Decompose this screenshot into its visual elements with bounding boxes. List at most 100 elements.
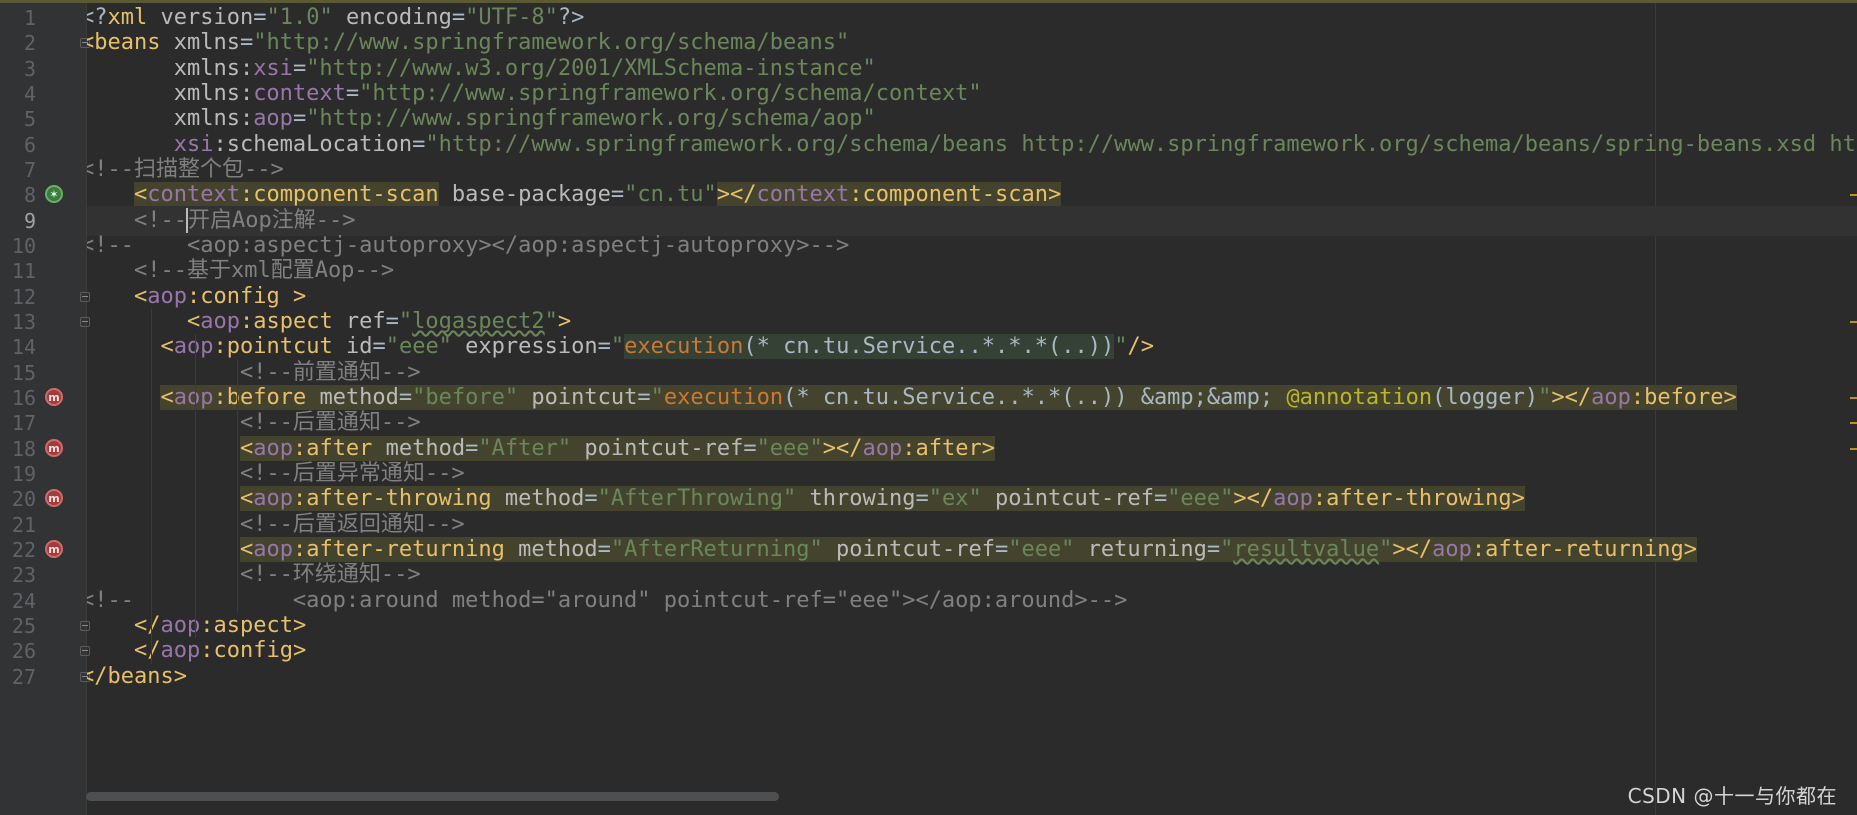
- code-token: xmlns:: [87, 80, 254, 106]
- code-token: id: [332, 334, 373, 360]
- code-token: ": [398, 308, 413, 334]
- code-token: :pointcut: [213, 334, 333, 360]
- code-token: aop: [147, 283, 187, 309]
- code-token: execution: [624, 334, 744, 360]
- code-token: aop: [1432, 536, 1472, 562]
- code-token: :component-scan: [239, 182, 439, 208]
- warning-stripe-mark[interactable]: [1850, 194, 1857, 197]
- code-token: >: [557, 308, 572, 334]
- code-token: ></: [1233, 486, 1274, 512]
- code-token: :after>: [902, 435, 996, 461]
- code-editor[interactable]: <?xml version="1.0" encoding="UTF-8"?> <b…: [87, 3, 1857, 815]
- code-token: :config>: [200, 638, 307, 664]
- code-token: "AfterThrowing": [597, 486, 797, 512]
- code-token: method: [372, 435, 466, 461]
- code-token: encoding: [332, 5, 452, 30]
- code-token: =: [345, 80, 360, 106]
- code-token: <!-- <aop:aspectj-autoproxy></aop:aspect…: [87, 232, 850, 258]
- code-token: "http://www.springframework.org/schema/a…: [306, 106, 876, 132]
- advice-method-icon[interactable]: m: [45, 489, 63, 508]
- code-token: :after-throwing: [292, 486, 492, 512]
- indent-guide: [237, 359, 238, 613]
- code-token: aop: [1591, 384, 1631, 410]
- code-token: xmlns:: [87, 55, 254, 81]
- code-token: :after: [292, 435, 373, 461]
- code-token: xml: [107, 5, 148, 30]
- code-token: :after-returning: [292, 536, 505, 562]
- code-token: =: [915, 486, 929, 512]
- code-token: "AfterReturning": [610, 536, 823, 562]
- code-token: =: [239, 30, 254, 56]
- code-token: =: [385, 308, 399, 334]
- warning-stripe-mark[interactable]: [1850, 396, 1857, 399]
- code-token: ": [544, 308, 558, 334]
- line-number-gutter[interactable]: 1 2 3 4 5 6 7 8 9 10 11 12 13 14 15 16 17 18 19 20 21 22 23 24 2…: [0, 3, 90, 815]
- code-token: =: [597, 334, 611, 360]
- code-token: ": [610, 334, 625, 360]
- code-token: context: [147, 182, 240, 208]
- spring-scan-icon[interactable]: ✶: [45, 185, 63, 204]
- code-token: :schemaLocation: [213, 131, 413, 157]
- indent-guide: [195, 334, 196, 639]
- code-token: "http://www.springframework.org/schema/b…: [425, 131, 1857, 157]
- code-token: xsi: [87, 131, 214, 157]
- advice-method-icon[interactable]: m: [45, 438, 63, 457]
- code-token: method: [306, 384, 399, 410]
- code-token: (* cn.tu.Service..*.*.*(..)): [743, 334, 1115, 360]
- code-token: <: [133, 283, 148, 309]
- code-token: =: [292, 55, 307, 81]
- line-number: 27: [11, 664, 36, 689]
- code-token: "eee": [756, 435, 823, 461]
- code-token: "1.0": [266, 5, 333, 30]
- warning-stripe-mark[interactable]: [1850, 447, 1857, 450]
- code-token: "eee": [1167, 486, 1234, 512]
- code-token: context: [756, 182, 850, 208]
- code-token: ": [650, 384, 664, 410]
- horizontal-scrollbar[interactable]: [86, 792, 779, 801]
- code-token: =: [1153, 486, 1168, 512]
- code-token: :after-throwing>: [1312, 486, 1525, 512]
- code-token: "cn.tu": [624, 182, 717, 208]
- code-token: <: [133, 182, 148, 208]
- code-token: <!--环绕通知-->: [87, 562, 421, 588]
- code-token: method: [491, 486, 585, 512]
- warning-stripe-mark[interactable]: [1850, 422, 1857, 425]
- code-line[interactable]: </beans>: [87, 662, 1857, 692]
- code-token: <!--后置返回通知-->: [87, 511, 465, 537]
- code-token: <: [160, 384, 174, 410]
- code-token: =: [412, 131, 426, 157]
- code-token: =: [743, 435, 757, 461]
- code-token: "eee": [1008, 536, 1075, 562]
- code-token: :aspect>: [200, 612, 307, 638]
- code-token: aop: [253, 536, 293, 562]
- code-token: <!--扫描整个包-->: [87, 156, 284, 182]
- code-token: =: [637, 384, 651, 410]
- code-token: "UTF-8": [465, 5, 558, 30]
- code-token: xmlns: [160, 30, 240, 56]
- warning-stripe-mark[interactable]: [1850, 320, 1857, 323]
- code-token: <: [239, 536, 254, 562]
- code-token: logaspect2: [412, 308, 545, 334]
- indent-guide: [151, 308, 152, 664]
- code-token: :component-scan>: [849, 182, 1062, 208]
- code-token: (* cn.tu.Service..*.*(..)) &amp;&amp;: [783, 384, 1287, 410]
- advice-method-icon[interactable]: m: [45, 539, 63, 558]
- code-token: =: [597, 536, 611, 562]
- code-token: <!--后置通知-->: [87, 410, 421, 436]
- advice-method-icon[interactable]: m: [45, 387, 63, 406]
- code-token: =: [584, 486, 598, 512]
- code-token: </beans>: [87, 663, 187, 689]
- code-token: <?: [87, 5, 108, 30]
- code-token: pointcut-ref: [822, 536, 995, 562]
- code-token: ></: [1551, 384, 1592, 410]
- code-token: :aspect: [239, 308, 333, 334]
- code-token: aop: [200, 308, 240, 334]
- code-token: <: [239, 435, 254, 461]
- code-token: aop: [173, 384, 214, 410]
- code-token: <!--后置异常通知-->: [87, 460, 465, 486]
